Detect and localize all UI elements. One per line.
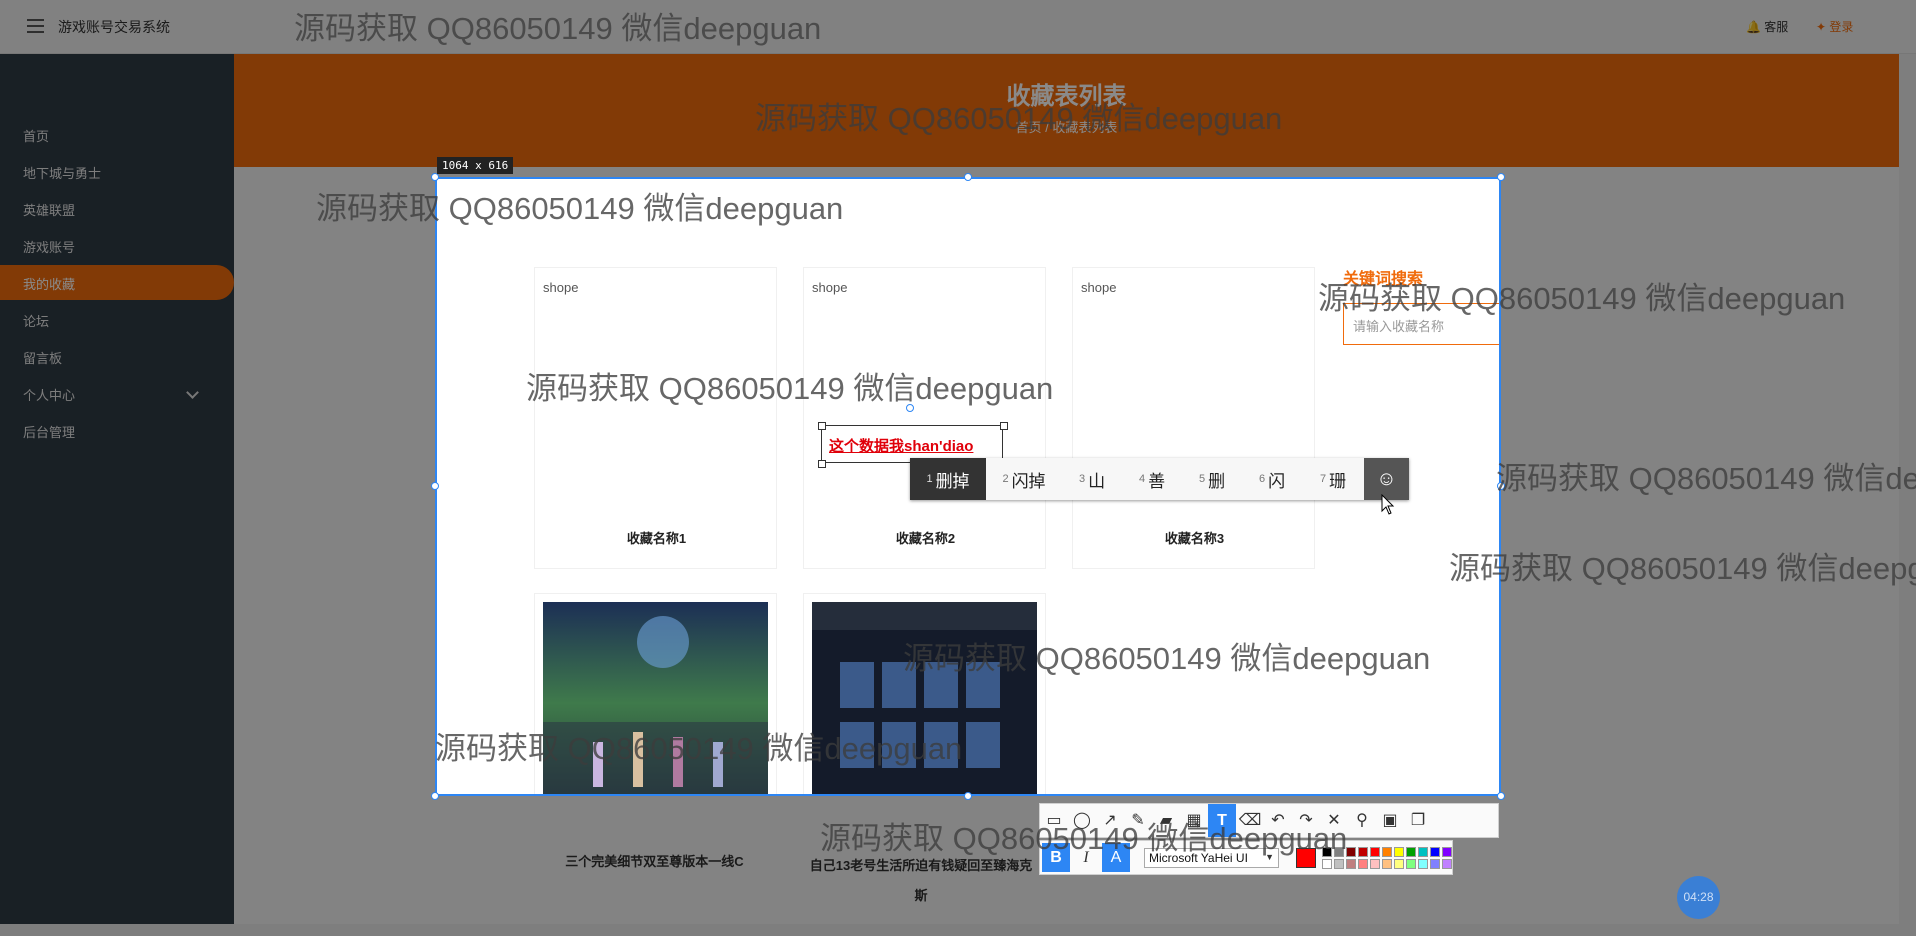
palette-color-swatch[interactable] xyxy=(1442,847,1452,857)
card-image-broken: shope xyxy=(1081,280,1117,295)
ime-candidate-index: 2 xyxy=(1002,473,1009,485)
pin-icon[interactable]: ⚲ xyxy=(1348,804,1376,837)
card-name: 收藏名称1 xyxy=(626,531,687,546)
ime-candidate-index: 4 xyxy=(1138,473,1146,485)
palette-color-swatch[interactable] xyxy=(1394,847,1404,857)
palette-color-swatch[interactable] xyxy=(1370,847,1380,857)
annotation-text: 这个数据我shan'diao xyxy=(829,438,974,455)
ime-candidate-text: 山 xyxy=(1088,471,1106,491)
save-icon[interactable]: ▣ xyxy=(1376,804,1404,837)
resize-handle-ne[interactable] xyxy=(1497,173,1505,181)
favorite-card-3[interactable]: shope 收藏名称3 xyxy=(1072,267,1315,569)
ime-candidate-text: 闪 xyxy=(1268,471,1286,491)
ime-candidate-5[interactable]: 5删 xyxy=(1182,458,1242,500)
copy-icon[interactable]: ❐ xyxy=(1404,804,1432,837)
selection-size-label: 1064 x 616 xyxy=(437,157,514,174)
ime-candidate-text: 善 xyxy=(1148,471,1166,491)
palette-color-swatch[interactable] xyxy=(1382,859,1392,869)
ime-candidate-1[interactable]: 1 删掉 xyxy=(910,458,986,500)
ime-candidate-2[interactable]: 2 闪掉 xyxy=(986,458,1062,500)
ime-candidate-6[interactable]: 6闪 xyxy=(1242,458,1302,500)
watermark-text: 源码获取 QQ86050149 微信deepguan xyxy=(435,731,963,766)
ime-candidate-7[interactable]: 7珊 xyxy=(1302,458,1364,500)
watermark-text: 源码获取 QQ86050149 微信deepguan xyxy=(1449,551,1916,586)
palette-color-swatch[interactable] xyxy=(1346,847,1356,857)
ime-candidate-index: 1 xyxy=(926,473,933,485)
palette-color-swatch[interactable] xyxy=(1430,859,1440,869)
watermark-text: 源码获取 QQ86050149 微信deepguan xyxy=(903,641,1431,676)
resize-handle-n[interactable] xyxy=(964,173,972,181)
ime-candidate-index: 7 xyxy=(1319,473,1327,485)
palette-color-swatch[interactable] xyxy=(1382,847,1392,857)
palette-color-swatch[interactable] xyxy=(1358,859,1368,869)
search-placeholder: 请输入收藏名称 xyxy=(1353,319,1445,334)
watermark-text: 源码获取 QQ86050149 微信deepguan xyxy=(294,11,822,46)
palette-color-swatch[interactable] xyxy=(1346,859,1356,869)
card-image-broken: shope xyxy=(543,280,579,295)
palette-color-swatch[interactable] xyxy=(1418,847,1428,857)
resize-handle-w[interactable] xyxy=(431,482,439,490)
ime-candidate-index: 3 xyxy=(1078,473,1086,485)
ime-candidate-index: 6 xyxy=(1258,473,1266,485)
annotation-handle[interactable] xyxy=(818,422,826,430)
card-4-name: 三个完美细节双至尊版本一线C xyxy=(565,854,744,869)
palette-color-swatch[interactable] xyxy=(1430,847,1440,857)
resize-handle-s[interactable] xyxy=(964,792,972,800)
ime-candidate-text: 珊 xyxy=(1329,471,1347,491)
card-name: 收藏名称2 xyxy=(895,531,956,546)
mouse-cursor-icon xyxy=(1381,494,1395,515)
recording-timer: 04:28 xyxy=(1677,876,1720,919)
annotation-handle[interactable] xyxy=(818,460,826,468)
palette-color-swatch[interactable] xyxy=(1322,859,1332,869)
watermark-text: 源码获取 QQ86050149 微信deepguan xyxy=(820,821,1348,856)
card-5-name: 自己13老号生活所迫有钱疑回至臻海克斯 xyxy=(809,858,1033,903)
palette-color-swatch[interactable] xyxy=(1358,847,1368,857)
palette-color-swatch[interactable] xyxy=(1406,847,1416,857)
ime-candidate-text: 删掉 xyxy=(935,471,970,491)
ime-candidate-text: 删 xyxy=(1208,471,1226,491)
smiley-icon: ☺ xyxy=(1376,467,1397,490)
watermark-text: 源码获取 QQ86050149 微信deepguan xyxy=(1318,281,1846,316)
favorite-card-2[interactable]: shope 收藏名称2 xyxy=(803,267,1046,569)
palette-color-swatch[interactable] xyxy=(1442,859,1452,869)
palette-color-swatch[interactable] xyxy=(1418,859,1428,869)
resize-handle-se[interactable] xyxy=(1497,792,1505,800)
watermark-text: 源码获取 QQ86050149 微信deepguan xyxy=(1496,461,1916,496)
ime-candidate-text: 闪掉 xyxy=(1011,471,1046,491)
ime-candidate-bar: 1 删掉 2 闪掉 3山 4善 5删 6闪 7珊 ☺ xyxy=(910,458,1409,500)
resize-handle-nw[interactable] xyxy=(431,173,439,181)
palette-color-swatch[interactable] xyxy=(1406,859,1416,869)
palette-color-swatch[interactable] xyxy=(1370,859,1380,869)
ime-candidate-index: 5 xyxy=(1198,473,1206,485)
watermark-text: 源码获取 QQ86050149 微信deepguan xyxy=(316,191,844,226)
ime-candidate-4[interactable]: 4善 xyxy=(1122,458,1182,500)
favorite-card-1[interactable]: shope 收藏名称1 xyxy=(534,267,777,569)
palette-color-swatch[interactable] xyxy=(1394,859,1404,869)
resize-handle-sw[interactable] xyxy=(431,792,439,800)
annotation-handle[interactable] xyxy=(1000,422,1008,430)
ime-candidate-3[interactable]: 3山 xyxy=(1062,458,1122,500)
card-image-broken: shope xyxy=(812,280,848,295)
card-name: 收藏名称3 xyxy=(1164,531,1225,546)
watermark-text: 源码获取 QQ86050149 微信deepguan xyxy=(526,371,1054,406)
palette-color-swatch[interactable] xyxy=(1334,859,1344,869)
watermark-text: 源码获取 QQ86050149 微信deepguan xyxy=(755,101,1283,136)
